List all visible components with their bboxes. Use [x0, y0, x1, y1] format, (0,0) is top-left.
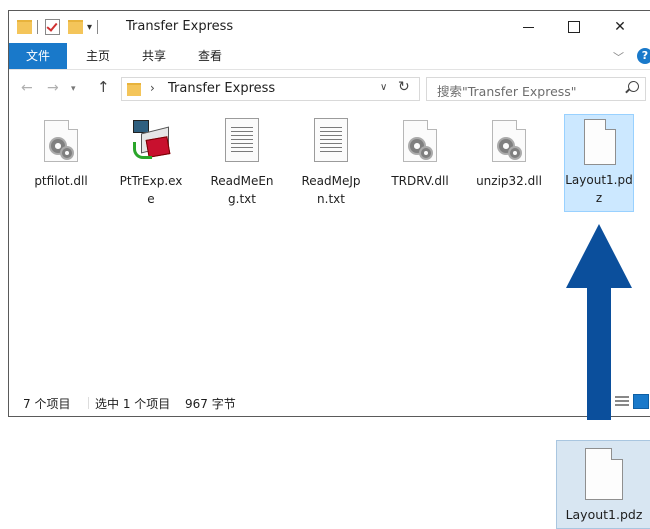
text-document-icon: [208, 116, 276, 172]
file-name: Layout1.pdz: [565, 173, 633, 205]
recent-locations-chevron-icon[interactable]: ▾: [71, 84, 76, 94]
breadcrumb-current-folder[interactable]: Transfer Express: [168, 81, 275, 96]
toolbar-divider: [37, 20, 38, 34]
explorer-window: ▾ Transfer Express ✕ 文件 主页 共享 查看 ﹀ ? ← →…: [8, 10, 650, 417]
status-divider: [88, 397, 89, 409]
blank-document-icon: [585, 448, 623, 500]
file-list-pane[interactable]: ptfilot.dll PtTrExp.exe ReadMeEng.txt Re…: [9, 108, 650, 388]
text-document-icon: [297, 116, 365, 172]
window-title: Transfer Express: [126, 19, 234, 34]
search-icon[interactable]: [628, 81, 639, 92]
address-history-chevron-icon[interactable]: ∨: [380, 82, 387, 93]
file-name: PtTrExp.exe: [119, 174, 183, 206]
tab-home[interactable]: 主页: [75, 43, 121, 69]
tab-view[interactable]: 查看: [187, 43, 233, 69]
minimize-button[interactable]: [505, 11, 551, 43]
file-name: TRDRV.dll: [391, 174, 449, 188]
file-name: ptfilot.dll: [34, 174, 88, 188]
drag-direction-arrow-icon: [566, 224, 632, 420]
maximize-icon: [568, 21, 580, 33]
search-box[interactable]: 搜索"Transfer Express": [426, 77, 646, 101]
dll-gear-icon: [475, 116, 543, 172]
arrow-shape: [566, 224, 632, 420]
back-arrow-icon[interactable]: ←: [21, 80, 33, 96]
navigation-bar: ← → ▾ ↑ › Transfer Express ∨ ↻ 搜索"Transf…: [9, 70, 650, 108]
file-item[interactable]: ptfilot.dll: [27, 116, 95, 190]
maximize-button[interactable]: [551, 11, 597, 43]
tab-share[interactable]: 共享: [131, 43, 177, 69]
ribbon-tabs: 文件 主页 共享 查看 ﹀ ?: [9, 43, 650, 70]
file-name: ReadMeEng.txt: [210, 174, 274, 206]
item-count: 7 个项目: [23, 397, 71, 411]
refresh-icon[interactable]: ↻: [398, 79, 410, 95]
selection-size: 967 字节: [185, 397, 236, 411]
file-item[interactable]: ReadMeJpn.txt: [297, 116, 365, 208]
expand-ribbon-chevron-icon[interactable]: ﹀: [613, 49, 624, 65]
file-item[interactable]: PtTrExp.exe: [117, 116, 185, 208]
breadcrumb-separator-icon[interactable]: ›: [150, 81, 155, 95]
dll-gear-icon: [27, 116, 95, 172]
blank-document-icon: [565, 115, 633, 171]
file-item[interactable]: ReadMeEng.txt: [208, 116, 276, 208]
folder-icon: [17, 20, 32, 34]
properties-icon[interactable]: [45, 19, 60, 35]
tab-file[interactable]: 文件: [9, 43, 67, 69]
forward-arrow-icon[interactable]: →: [47, 80, 59, 96]
title-bar[interactable]: ▾ Transfer Express ✕: [9, 11, 650, 43]
address-bar[interactable]: › Transfer Express ∨ ↻: [121, 77, 420, 101]
file-name: unzip32.dll: [476, 174, 542, 188]
file-item[interactable]: TRDRV.dll: [386, 116, 454, 190]
dll-gear-icon: [386, 116, 454, 172]
selection-count: 选中 1 个项目: [95, 397, 171, 411]
exe-app-icon: [117, 116, 185, 172]
quick-access-toolbar: ▾: [17, 18, 103, 36]
toolbar-divider: [97, 20, 99, 34]
customize-toolbar-chevron-icon[interactable]: ▾: [87, 22, 92, 33]
desktop-file-name: Layout1.pdz: [565, 507, 643, 522]
search-placeholder[interactable]: 搜索"Transfer Express": [437, 81, 577, 100]
new-folder-icon[interactable]: [68, 20, 83, 34]
large-icons-view-icon[interactable]: [633, 394, 649, 409]
status-bar: 7 个项目 选中 1 个项目 967 字节: [9, 388, 650, 416]
folder-icon: [127, 83, 141, 96]
file-item-selected[interactable]: Layout1.pdz: [564, 114, 634, 212]
up-arrow-icon[interactable]: ↑: [97, 78, 110, 96]
minimize-icon: [522, 26, 534, 28]
help-icon[interactable]: ?: [637, 48, 650, 64]
desktop-file-item[interactable]: Layout1.pdz: [556, 440, 650, 529]
close-button[interactable]: ✕: [597, 11, 643, 43]
file-item[interactable]: unzip32.dll: [475, 116, 543, 190]
file-name: ReadMeJpn.txt: [301, 174, 361, 206]
